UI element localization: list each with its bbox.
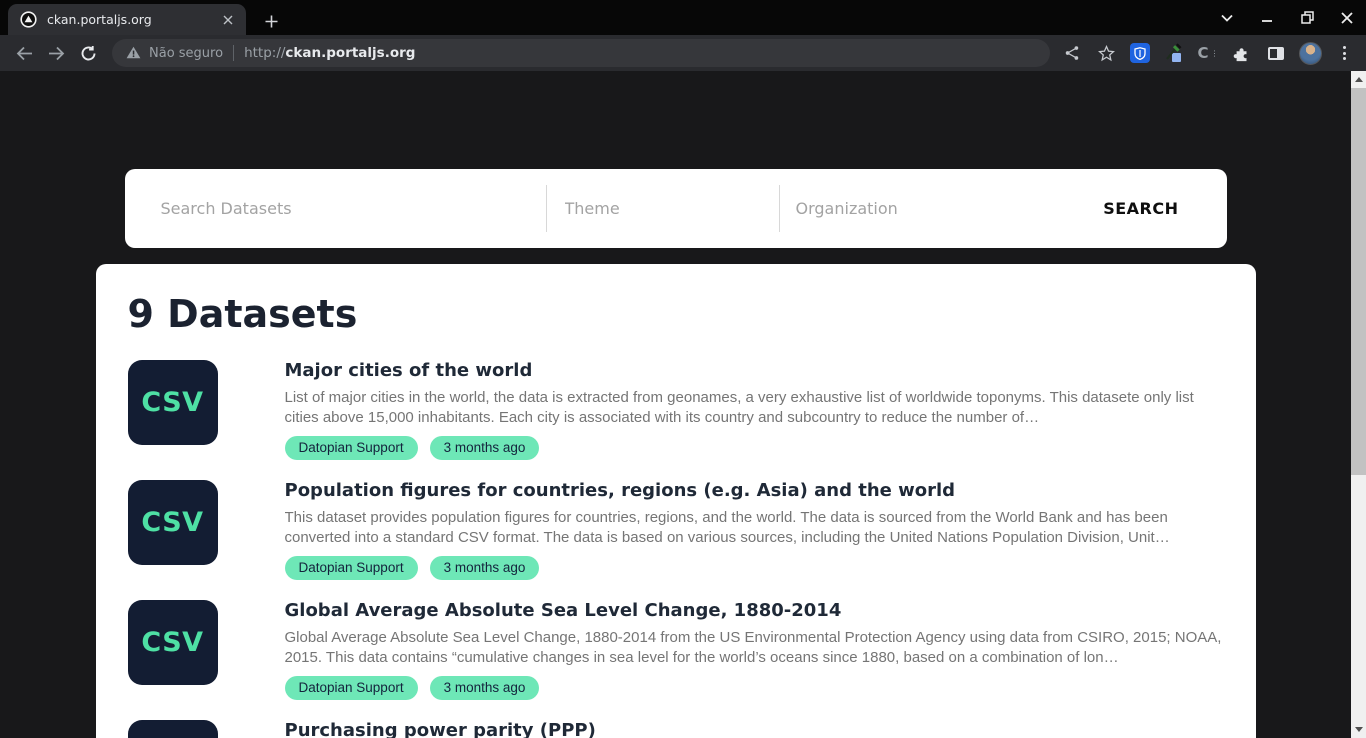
dataset-info: Global Average Absolute Sea Level Change… xyxy=(285,600,1224,700)
results-count-heading: 9 Datasets xyxy=(128,292,1224,336)
browser-frame: ckan.portaljs.org xyxy=(0,0,1366,35)
dataset-format-label: CSV xyxy=(141,627,203,658)
dataset-title-link[interactable]: Population figures for countries, region… xyxy=(285,480,1224,502)
csv-format-icon: CSV xyxy=(128,360,218,445)
csv-format-icon: CSV xyxy=(128,480,218,565)
url-domain: ckan.portaljs.org xyxy=(285,45,415,61)
forward-button[interactable] xyxy=(42,39,70,67)
dataset-badge: Datopian Support xyxy=(285,556,418,580)
dataset-format-label: CSV xyxy=(141,387,203,418)
dataset-list: CSV Major cities of the world List of ma… xyxy=(128,360,1224,738)
side-panel-icon[interactable] xyxy=(1262,39,1290,67)
close-window-button[interactable] xyxy=(1334,5,1360,31)
dataset-info: Major cities of the world List of major … xyxy=(285,360,1224,460)
browser-toolbar: Não seguro http://ckan.portaljs.org xyxy=(0,35,1366,71)
dataset-item[interactable]: CSV Major cities of the world List of ma… xyxy=(128,360,1224,460)
dataset-badge: Datopian Support xyxy=(285,676,418,700)
window-menu-chevron-icon[interactable] xyxy=(1214,5,1240,31)
plus-icon xyxy=(265,15,278,28)
profile-avatar[interactable] xyxy=(1296,39,1324,67)
extensions-puzzle-icon[interactable] xyxy=(1228,39,1256,67)
back-button[interactable] xyxy=(10,39,38,67)
share-icon[interactable] xyxy=(1058,39,1086,67)
bitwarden-extension-icon[interactable] xyxy=(1126,39,1154,67)
scrollbar-thumb[interactable] xyxy=(1351,88,1366,475)
dataset-item[interactable]: CSV Population figures for countries, re… xyxy=(128,480,1224,580)
restore-button[interactable] xyxy=(1294,5,1320,31)
site-favicon-icon xyxy=(20,11,37,28)
tab-title: ckan.portaljs.org xyxy=(47,12,219,27)
browser-menu-kebab-icon[interactable] xyxy=(1330,39,1358,67)
page-viewport: SEARCH 9 Datasets CSV Major cities of th… xyxy=(0,71,1366,738)
dataset-description: List of major cities in the world, the d… xyxy=(285,388,1224,428)
dataset-title-link[interactable]: Purchasing power parity (PPP) xyxy=(285,720,1224,738)
dataset-description: Global Average Absolute Sea Level Change… xyxy=(285,628,1224,668)
page-scrollbar[interactable] xyxy=(1351,71,1366,738)
address-bar[interactable]: Não seguro http://ckan.portaljs.org xyxy=(112,39,1050,67)
field-divider xyxy=(779,185,780,232)
dataset-badge: 3 months ago xyxy=(430,556,540,580)
dataset-item[interactable]: CSV Purchasing power parity (PPP) xyxy=(128,720,1224,738)
colorzilla-extension-icon[interactable]: C⋮ xyxy=(1194,39,1222,67)
dataset-title-link[interactable]: Global Average Absolute Sea Level Change… xyxy=(285,600,1224,622)
dataset-item[interactable]: CSV Global Average Absolute Sea Level Ch… xyxy=(128,600,1224,700)
scrollbar-up-arrow[interactable] xyxy=(1351,71,1366,88)
bookmark-star-icon[interactable] xyxy=(1092,39,1120,67)
dataset-title-link[interactable]: Major cities of the world xyxy=(285,360,1224,382)
search-datasets-input[interactable] xyxy=(161,169,546,248)
browser-tab[interactable]: ckan.portaljs.org xyxy=(8,4,246,35)
toolbar-icons: C⋮ xyxy=(1058,39,1358,67)
window-controls xyxy=(1214,0,1360,35)
dataset-badge: Datopian Support xyxy=(285,436,418,460)
dataset-badges: Datopian Support 3 months ago xyxy=(285,676,1224,700)
theme-input[interactable] xyxy=(565,169,779,248)
scrollbar-down-arrow[interactable] xyxy=(1351,721,1366,738)
minimize-button[interactable] xyxy=(1254,5,1280,31)
tab-close-icon[interactable] xyxy=(219,11,236,28)
dataset-badges: Datopian Support 3 months ago xyxy=(285,556,1224,580)
dataset-badge: 3 months ago xyxy=(430,436,540,460)
dataset-info: Purchasing power parity (PPP) xyxy=(285,720,1224,738)
results-card: 9 Datasets CSV Major cities of the world… xyxy=(96,264,1256,738)
omnibox-divider xyxy=(233,45,234,61)
dataset-description: This dataset provides population figures… xyxy=(285,508,1224,548)
organization-input[interactable] xyxy=(796,169,976,248)
reload-button[interactable] xyxy=(74,39,102,67)
url-scheme: http:// xyxy=(244,45,285,61)
search-button[interactable]: SEARCH xyxy=(1103,169,1178,248)
dataset-badges: Datopian Support 3 months ago xyxy=(285,436,1224,460)
eyedropper-extension-icon[interactable] xyxy=(1160,39,1188,67)
csv-format-icon: CSV xyxy=(128,600,218,685)
new-tab-button[interactable] xyxy=(258,8,284,34)
dataset-search-bar: SEARCH xyxy=(125,169,1227,248)
not-secure-warning-icon[interactable] xyxy=(126,44,141,63)
dataset-info: Population figures for countries, region… xyxy=(285,480,1224,580)
security-label[interactable]: Não seguro xyxy=(149,46,223,61)
field-divider xyxy=(546,185,547,232)
dataset-badge: 3 months ago xyxy=(430,676,540,700)
csv-format-icon: CSV xyxy=(128,720,218,738)
dataset-format-label: CSV xyxy=(141,507,203,538)
